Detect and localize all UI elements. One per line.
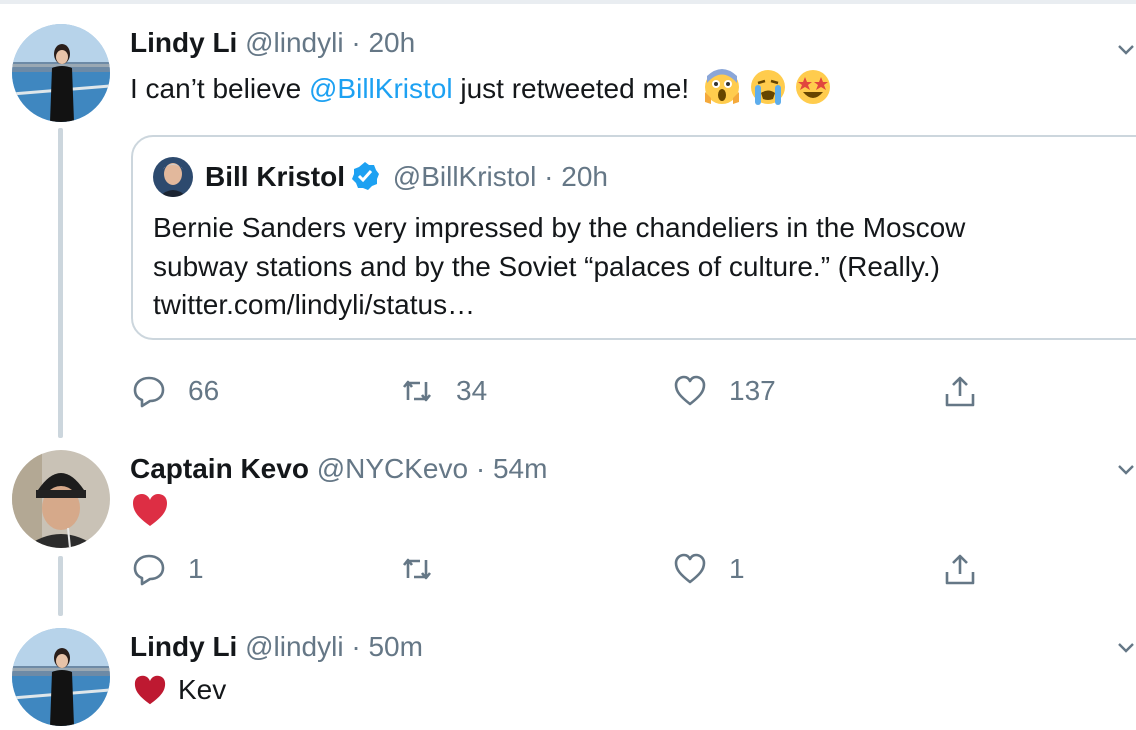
quoted-tweet-text: Bernie Sanders very impressed by the cha… — [153, 209, 965, 325]
display-name[interactable]: Lindy Li — [130, 27, 237, 58]
thread-line — [58, 128, 63, 438]
loudly-crying-face-icon — [750, 70, 785, 105]
separator-dot: · — [544, 161, 554, 192]
tweet-header: Captain Kevo @NYCKevo · 54m — [130, 452, 1136, 486]
avatar-billkristol[interactable] — [153, 157, 193, 197]
reply-icon — [133, 376, 165, 408]
share-button[interactable] — [943, 374, 977, 408]
chevron-down-icon[interactable] — [1116, 460, 1136, 480]
like-count: 1 — [729, 553, 745, 584]
quoted-tweet-header: Bill Kristol @BillKristol · 20h — [205, 159, 608, 195]
like-button[interactable]: 137 — [673, 374, 776, 408]
quoted-display-name[interactable]: Bill Kristol — [205, 161, 345, 192]
red-heart-icon — [134, 675, 166, 705]
quoted-tweet[interactable]: Bill Kristol @BillKristol · 20h Bernie S… — [131, 135, 1136, 340]
quoted-text-line: Bernie Sanders very impressed by the cha… — [153, 212, 966, 243]
mention-link[interactable]: @BillKristol — [309, 73, 453, 104]
reply-count: 1 — [188, 553, 204, 584]
handle[interactable]: @lindyli — [245, 631, 343, 662]
handle[interactable]: @lindyli — [245, 27, 343, 58]
tweet-text: I can’t believe @BillKristol just retwee… — [130, 68, 832, 115]
retweet-count: 34 — [456, 375, 488, 406]
like-count: 137 — [729, 375, 776, 406]
share-button[interactable] — [943, 552, 977, 586]
separator-dot: · — [351, 631, 361, 662]
top-divider — [0, 0, 1136, 4]
chevron-down-icon[interactable] — [1116, 638, 1136, 658]
timestamp[interactable]: 20h — [368, 27, 415, 58]
separator-dot: · — [351, 27, 361, 58]
quoted-timestamp[interactable]: 20h — [561, 161, 608, 192]
tweet-header: Lindy Li @lindyli · 20h — [130, 26, 1136, 60]
display-name[interactable]: Lindy Li — [130, 631, 237, 662]
red-heart-icon — [133, 494, 167, 526]
avatar-lindyli[interactable] — [12, 628, 110, 726]
share-icon — [945, 554, 975, 585]
star-struck-icon — [796, 70, 831, 104]
avatar-lindyli[interactable] — [12, 24, 110, 122]
like-button[interactable]: 1 — [673, 552, 745, 586]
reply-count: 66 — [188, 375, 220, 406]
share-icon — [945, 376, 975, 407]
separator-dot: · — [475, 453, 486, 484]
timestamp[interactable]: 54m — [493, 453, 547, 484]
heart-outline-icon — [674, 553, 706, 584]
reply-icon — [133, 554, 165, 586]
retweet-icon — [402, 558, 432, 580]
retweet-button[interactable] — [400, 552, 456, 586]
heart-outline-icon — [674, 375, 706, 406]
reply-button[interactable]: 66 — [132, 374, 219, 408]
tweet-text: Kev — [178, 674, 227, 705]
quoted-handle[interactable]: @BillKristol — [393, 161, 537, 192]
thread-line — [58, 556, 63, 616]
handle[interactable]: @NYCKevo — [317, 453, 468, 484]
retweet-button[interactable]: 34 — [400, 374, 487, 408]
verified-badge-icon — [352, 162, 380, 190]
retweet-icon — [402, 380, 432, 402]
face-screaming-in-fear-icon — [704, 69, 739, 104]
emoji-group — [703, 68, 833, 115]
avatar-nyckevo[interactable] — [12, 450, 110, 548]
chevron-down-icon[interactable] — [1116, 40, 1136, 60]
timestamp[interactable]: 50m — [368, 631, 422, 662]
tweet-header: Lindy Li @lindyli · 50m — [130, 630, 1136, 664]
quoted-text-line: twitter.com/lindyli/status… — [153, 289, 476, 320]
tweet-text-part: just retweeted me! — [452, 73, 690, 104]
quoted-text-line: subway stations and by the Soviet “palac… — [153, 250, 940, 282]
display-name[interactable]: Captain Kevo — [130, 453, 309, 484]
tweet-text-part: I can’t believe — [130, 73, 309, 104]
reply-button[interactable]: 1 — [132, 552, 204, 586]
